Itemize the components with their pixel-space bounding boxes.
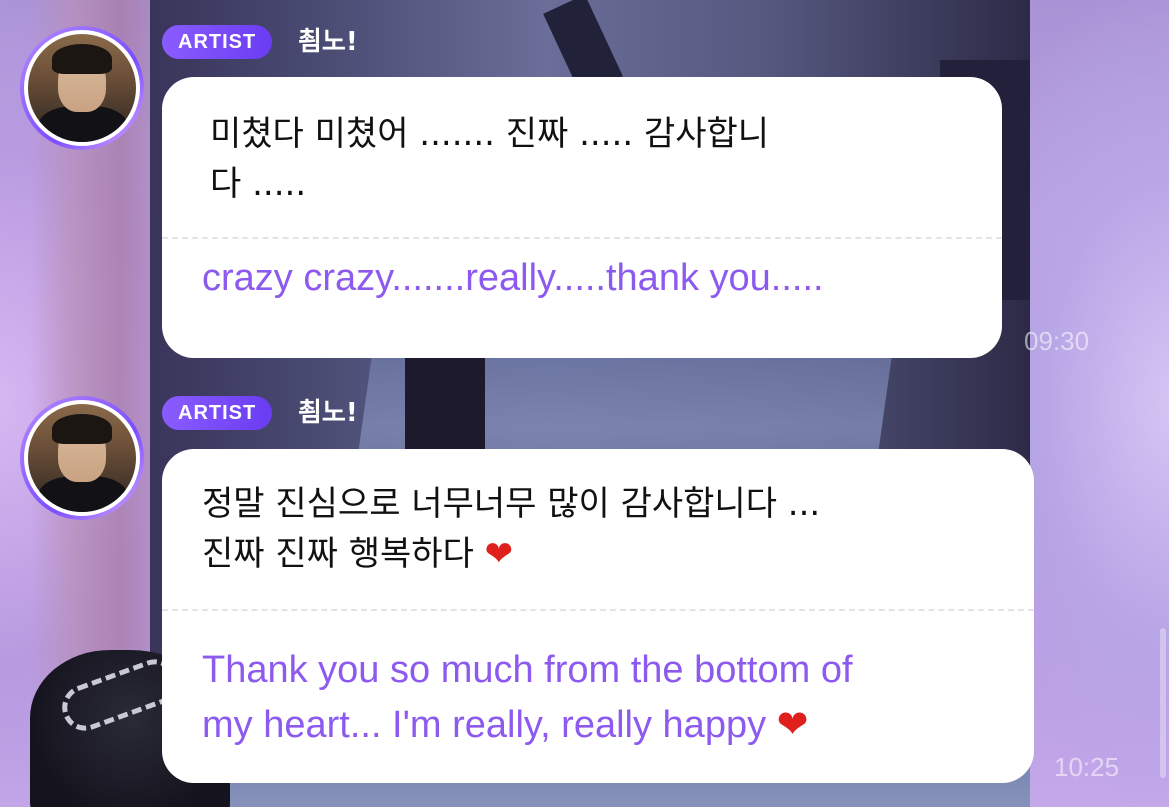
translation-line: Thank you so much from the bottom of <box>202 649 853 691</box>
artist-avatar[interactable] <box>20 26 144 150</box>
sender-name[interactable]: 쵬노! <box>298 25 358 59</box>
translated-message: crazy crazy.......really.....thank you..… <box>202 251 972 305</box>
original-line: 미쳤다 미쳤어 ....... 진짜 ..... 감사합니 <box>210 114 770 154</box>
translation-line: crazy crazy.......really.....thank you..… <box>202 257 824 299</box>
original-line: 정말 진심으로 너무너무 많이 감사합니다 ... <box>202 484 821 524</box>
translation-divider <box>162 609 1034 611</box>
message-bubble[interactable]: 정말 진심으로 너무너무 많이 감사합니다 ... 진짜 진짜 행복하다 ❤ T… <box>162 449 1034 783</box>
message-bubble[interactable]: 미쳤다 미쳤어 ....... 진짜 ..... 감사합니 다 ..... cr… <box>162 77 1002 358</box>
original-line-text: 진짜 진짜 행복하다 <box>202 534 474 574</box>
avatar-photo <box>24 400 140 516</box>
heart-emoji-icon: ❤ <box>776 702 809 746</box>
heart-emoji-icon: ❤ <box>484 534 514 574</box>
original-message: 정말 진심으로 너무너무 많이 감사합니다 ... 진짜 진짜 행복하다 ❤ <box>202 479 998 579</box>
message-timestamp: 10:25 <box>1054 752 1120 782</box>
message-timestamp: 09:30 <box>1024 326 1090 356</box>
sender-name[interactable]: 쵬노! <box>298 396 358 430</box>
translation-line-text: my heart... I'm really, really happy <box>202 704 767 746</box>
original-line: 진짜 진짜 행복하다 ❤ <box>202 529 998 579</box>
original-message: 미쳤다 미쳤어 ....... 진짜 ..... 감사합니 다 ..... <box>210 109 966 209</box>
translation-line: my heart... I'm really, really happy ❤ <box>202 697 1004 752</box>
translated-message: Thank you so much from the bottom of my … <box>202 643 1004 752</box>
artist-avatar[interactable] <box>20 396 144 520</box>
avatar-photo <box>24 30 140 146</box>
chat-scrollbar[interactable] <box>1160 628 1166 778</box>
original-line: 다 ..... <box>210 164 307 204</box>
translation-divider <box>162 237 1002 239</box>
artist-badge: ARTIST <box>162 25 273 59</box>
artist-badge: ARTIST <box>162 396 273 430</box>
